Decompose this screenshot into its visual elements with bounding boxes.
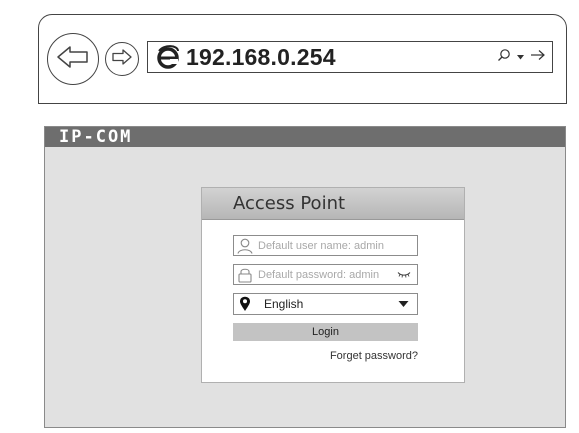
language-select[interactable]: English [233, 293, 418, 315]
address-tools [497, 48, 546, 67]
hidden-password-icon[interactable] [397, 271, 411, 278]
forward-button[interactable] [105, 42, 139, 76]
browser-window: 192.168.0.254 [38, 14, 567, 104]
password-field[interactable]: Default password: admin [233, 264, 418, 285]
internet-explorer-icon [156, 45, 180, 69]
brand-logo: IP-COM [59, 127, 133, 147]
username-placeholder: Default user name: admin [258, 239, 384, 252]
search-icon[interactable] [497, 48, 511, 67]
go-arrow-icon[interactable] [530, 48, 546, 66]
login-title: Access Point [233, 193, 346, 214]
back-arrow-icon [56, 45, 90, 74]
login-button[interactable]: Login [233, 323, 418, 341]
password-placeholder: Default password: admin [258, 268, 380, 281]
forward-arrow-icon [111, 48, 133, 70]
address-bar[interactable]: 192.168.0.254 [147, 41, 553, 73]
caret-down-icon [398, 295, 409, 313]
chevron-down-icon[interactable] [516, 48, 525, 66]
forget-password-link[interactable]: Forget password? [330, 350, 418, 362]
username-field[interactable]: Default user name: admin [233, 235, 418, 256]
login-card-header: Access Point [202, 188, 464, 220]
address-url[interactable]: 192.168.0.254 [186, 44, 336, 71]
web-page: IP-COM Access Point Default user name: a… [44, 126, 566, 428]
location-pin-icon [236, 295, 254, 314]
language-value: English [264, 297, 304, 311]
back-button[interactable] [47, 33, 99, 85]
user-icon [236, 236, 254, 255]
page-header-bar: IP-COM [45, 127, 565, 147]
login-card: Access Point Default user name: admin De… [201, 187, 465, 383]
lock-icon [236, 265, 254, 284]
